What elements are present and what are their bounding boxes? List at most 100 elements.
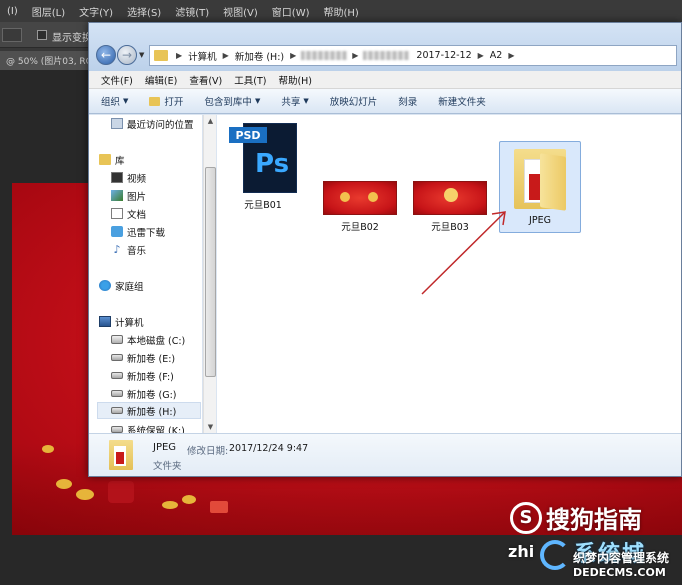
xitongcheng-logo-icon — [540, 540, 570, 570]
nav-recent-places[interactable]: 最近访问的位置 — [111, 115, 194, 132]
folder-name: JPEG — [529, 215, 551, 226]
chevron-right-icon[interactable]: ▶ — [476, 51, 486, 60]
chevron-right-icon[interactable]: ▶ — [288, 51, 298, 60]
menu-file[interactable]: 文件(F) — [95, 73, 139, 87]
nav-drive-f[interactable]: 新加卷 (F:) — [111, 367, 174, 384]
nav-drive-g[interactable]: 新加卷 (G:) — [111, 385, 177, 402]
red-envelope-deco — [210, 501, 228, 513]
ps-menu-layer[interactable]: 图层(L) — [25, 4, 72, 19]
details-name: JPEG — [153, 442, 177, 453]
folder-icon — [510, 145, 570, 211]
drive-icon — [111, 390, 123, 397]
explorer-window: ← → ▼ ▶ 计算机 ▶ 新加卷 (H:) ▶ ▶ 2017-12-12 ▶ … — [88, 22, 682, 477]
new-folder-button[interactable]: 新建文件夹 — [438, 94, 495, 108]
include-in-library-button[interactable]: 包含到库中 ▼ — [204, 94, 269, 108]
zhi-watermark: zhi — [508, 542, 535, 561]
drive-icon — [111, 372, 123, 379]
breadcrumb-a2[interactable]: A2 — [486, 50, 507, 61]
scrollbar-thumb[interactable] — [205, 167, 216, 377]
back-button[interactable]: ← — [96, 45, 116, 65]
chevron-down-icon: ▼ — [123, 97, 129, 105]
file-item-image[interactable]: 元旦B03 — [413, 181, 487, 233]
folder-item-jpeg[interactable]: JPEG — [510, 145, 570, 226]
computer-icon — [99, 316, 111, 327]
video-icon — [111, 172, 123, 183]
red-envelope-deco — [108, 481, 134, 503]
nav-computer[interactable]: 计算机 — [99, 313, 144, 330]
dedecms-cn-watermark: 织梦内容管理系统 — [573, 551, 670, 565]
open-button[interactable]: 打开 — [149, 94, 192, 108]
homegroup-icon — [99, 280, 111, 291]
nav-libraries[interactable]: 库 — [99, 151, 125, 168]
drive-icon — [111, 426, 123, 433]
ps-menubar: (I) 图层(L) 文字(Y) 选择(S) 滤镜(T) 视图(V) 窗口(W) … — [0, 0, 682, 22]
nav-thunder-downloads[interactable]: 迅雷下载 — [111, 223, 165, 240]
breadcrumb-date-folder[interactable]: 2017-12-12 — [412, 50, 475, 61]
download-icon — [111, 226, 123, 237]
system-drive-icon — [111, 335, 123, 344]
organize-button[interactable]: 组织 ▼ — [101, 94, 137, 108]
ps-menu-type[interactable]: 文字(Y) — [72, 4, 120, 19]
nav-drive-h[interactable]: 新加卷 (H:) — [97, 402, 201, 419]
blurred-path-segment — [301, 51, 348, 60]
nav-drive-k[interactable]: 系统保留 (K:) — [111, 421, 185, 433]
forward-button[interactable]: → — [117, 45, 137, 65]
file-item-psd[interactable]: PSD Ps 元旦B01 — [229, 123, 297, 211]
share-button[interactable]: 共享 ▼ — [281, 94, 317, 108]
navpane-scrollbar[interactable]: ▲ ▼ — [203, 115, 216, 433]
file-name: 元旦B02 — [341, 222, 379, 233]
chevron-right-icon[interactable]: ▶ — [350, 51, 360, 60]
chevron-down-icon: ▼ — [303, 97, 309, 105]
ps-options-dropdown[interactable] — [2, 28, 22, 42]
ps-menu-view[interactable]: 视图(V) — [216, 4, 265, 19]
recent-pages-dropdown[interactable]: ▼ — [139, 51, 144, 59]
chevron-right-icon[interactable]: ▶ — [221, 51, 231, 60]
file-list-area[interactable]: PSD Ps 元旦B01 元旦B02 元旦B03 JPEG — [217, 115, 681, 433]
document-icon — [111, 208, 123, 219]
nav-drive-c[interactable]: 本地磁盘 (C:) — [111, 331, 185, 348]
arrow-right-icon: → — [121, 48, 133, 62]
burn-button[interactable]: 刻录 — [398, 94, 426, 108]
music-note-icon: ♪ — [113, 242, 121, 256]
address-bar[interactable]: ▶ 计算机 ▶ 新加卷 (H:) ▶ ▶ 2017-12-12 ▶ A2 ▶ — [149, 45, 677, 66]
gold-coin-deco — [162, 501, 178, 509]
ps-show-transform-checkbox[interactable] — [37, 30, 47, 40]
nav-documents[interactable]: 文档 — [111, 205, 146, 222]
library-icon — [99, 154, 111, 165]
menu-edit[interactable]: 编辑(E) — [139, 73, 183, 87]
gold-coin-deco — [76, 489, 94, 500]
nav-homegroup[interactable]: 家庭组 — [99, 277, 144, 294]
chevron-right-icon[interactable]: ▶ — [174, 51, 184, 60]
chevron-down-icon: ▼ — [254, 97, 261, 105]
ps-menu-item[interactable]: (I) — [0, 6, 25, 17]
ps-menu-select[interactable]: 选择(S) — [120, 4, 168, 19]
menu-tools[interactable]: 工具(T) — [228, 73, 272, 87]
nav-drive-e[interactable]: 新加卷 (E:) — [111, 349, 175, 366]
command-bar: 组织 ▼ 打开 包含到库中 ▼ 共享 ▼ 放映幻灯片 刻录 新建文件夹 — [89, 89, 681, 114]
breadcrumb-computer[interactable]: 计算机 — [184, 49, 221, 63]
sogou-guide-watermark: S 搜狗指南 — [510, 500, 642, 535]
image-thumbnail — [413, 181, 487, 215]
recent-places-icon — [111, 118, 123, 129]
breadcrumb-drive-h[interactable]: 新加卷 (H:) — [231, 49, 288, 63]
menu-help[interactable]: 帮助(H) — [272, 73, 318, 87]
image-thumbnail — [323, 181, 397, 215]
file-item-image[interactable]: 元旦B02 — [323, 181, 397, 233]
scroll-up-icon[interactable]: ▲ — [204, 115, 217, 127]
ps-menu-help[interactable]: 帮助(H) — [317, 4, 366, 19]
slideshow-button[interactable]: 放映幻灯片 — [330, 94, 387, 108]
scroll-down-icon[interactable]: ▼ — [204, 421, 217, 433]
ps-menu-window[interactable]: 窗口(W) — [265, 4, 317, 19]
file-name: 元旦B03 — [431, 222, 469, 233]
nav-videos[interactable]: 视频 — [111, 169, 146, 186]
chevron-right-icon[interactable]: ▶ — [506, 51, 516, 60]
nav-music[interactable]: ♪ 音乐 — [111, 241, 146, 258]
arrow-left-icon: ← — [100, 48, 112, 62]
psd-file-icon: PSD Ps — [229, 123, 297, 193]
nav-pictures[interactable]: 图片 — [111, 187, 146, 204]
explorer-titlebar: ← → ▼ ▶ 计算机 ▶ 新加卷 (H:) ▶ ▶ 2017-12-12 ▶ … — [89, 23, 681, 71]
ps-menu-filter[interactable]: 滤镜(T) — [168, 4, 216, 19]
drive-icon — [111, 407, 123, 414]
details-pane: JPEG 修改日期: 2017/12/24 9:47 文件夹 — [89, 433, 681, 476]
menu-view[interactable]: 查看(V) — [183, 73, 228, 87]
